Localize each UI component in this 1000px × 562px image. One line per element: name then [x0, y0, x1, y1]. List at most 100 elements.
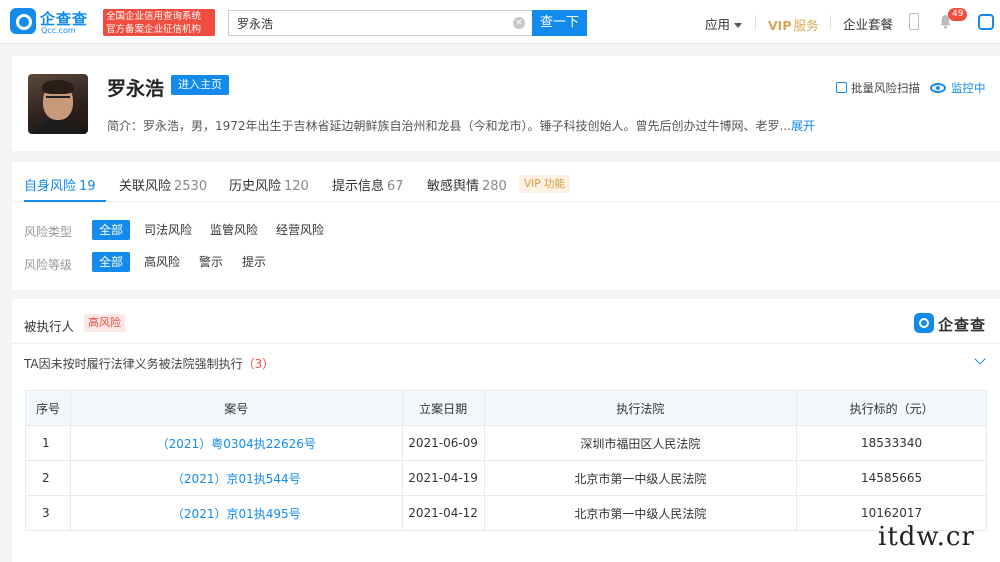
monitoring-toggle[interactable]: 监控中: [930, 80, 986, 96]
case-number-link[interactable]: （2021）粤0304执22626号: [157, 437, 316, 451]
nav-apps-menu[interactable]: 应用: [705, 14, 743, 33]
active-tab-indicator: [24, 200, 106, 202]
nav-divider: [830, 15, 831, 29]
eye-icon: [930, 83, 946, 93]
person-profile-card: 罗永浩 进入主页 简介：罗永浩，男，1972年出生于吉林省延边朝鲜族自治州和龙县…: [12, 56, 1000, 151]
court-name: 北京市第一中级人民法院: [483, 460, 798, 496]
table-header-row: 序号 案号 立案日期 执行法院 执行标的（元）: [25, 390, 987, 426]
tab-count: 280: [482, 179, 507, 194]
table-row: 1 （2021）粤0304执22626号 2021-06-09 深圳市福田区人民…: [25, 425, 987, 461]
col-index: 序号: [25, 390, 71, 426]
monitoring-label: 监控中: [951, 81, 986, 95]
search-box: ×: [228, 10, 532, 36]
tab-count: 2530: [174, 179, 208, 194]
batch-risk-scan-link[interactable]: 批量风险扫描: [836, 80, 920, 96]
tab-label: 敏感舆情: [427, 179, 480, 194]
col-court: 执行法院: [483, 390, 798, 426]
nav-apps-label: 应用: [705, 17, 731, 32]
filter-level-high[interactable]: 高风险: [137, 252, 187, 272]
search-input[interactable]: [229, 11, 499, 35]
court-name: 北京市第一中级人民法院: [483, 495, 798, 531]
avatar: [28, 74, 88, 134]
case-number-cell: （2021）粤0304执22626号: [69, 425, 403, 461]
vip-service-label: 服务: [793, 18, 819, 33]
tab-count: 19: [79, 179, 96, 194]
col-amount: 执行标的（元）: [796, 390, 987, 426]
case-number-cell: （2021）京01执495号: [69, 495, 403, 531]
chevron-down-icon[interactable]: [974, 353, 986, 365]
executed-person-section: 被执行人 高风险 企查查 TA因未按时履行法律义务被法院强制执行（3） 序号 案…: [12, 299, 1000, 562]
filter-type-regulatory[interactable]: 监管风险: [203, 220, 265, 240]
nav-divider: [755, 15, 756, 29]
clear-icon[interactable]: ×: [513, 17, 525, 29]
risk-panel: 自身风险 19 关联风险 2530 历史风险 120 提示信息 67 敏感舆情 280 V…: [12, 162, 1000, 290]
row-index: 2: [25, 460, 71, 496]
table-row: 3 （2021）京01执495号 2021-04-12 北京市第一中级人民法院 …: [25, 495, 987, 531]
top-navbar: 企查查 Qcc.com 全国企业信用查询系统 官方备案企业征信机构 × 查一下 …: [0, 0, 1000, 44]
row-index: 1: [25, 425, 71, 461]
executed-subtitle[interactable]: TA因未按时履行法律义务被法院强制执行（3）: [24, 355, 274, 372]
subtitle-count: （3）: [242, 357, 275, 371]
slogan-badge: 全国企业信用查询系统 官方备案企业征信机构: [103, 9, 215, 36]
phone-icon[interactable]: [909, 13, 919, 30]
tab-label: 自身风险: [24, 179, 77, 194]
enter-homepage-button[interactable]: 进入主页: [171, 75, 229, 95]
bio-expand-link[interactable]: 展开: [791, 119, 815, 133]
tab-notice-info[interactable]: 提示信息 67: [332, 175, 404, 194]
tab-self-risk[interactable]: 自身风险 19: [24, 175, 96, 194]
logo-domain: Qcc.com: [41, 26, 76, 35]
filter-level-warning[interactable]: 警示: [192, 252, 230, 272]
risk-type-label: 风险类型: [24, 225, 73, 239]
site-watermark: itdw.cr: [878, 522, 975, 552]
person-name: 罗永浩: [107, 78, 165, 100]
filter-level-notice[interactable]: 提示: [235, 252, 273, 272]
col-case-number: 案号: [69, 390, 403, 426]
risk-tabs: 自身风险 19 关联风险 2530 历史风险 120 提示信息 67 敏感舆情 280 V…: [12, 162, 1000, 202]
execution-cases-table: 序号 案号 立案日期 执行法院 执行标的（元） 1 （2021）粤0304执22…: [25, 390, 987, 531]
qcc-watermark-logo: 企查查: [914, 313, 989, 335]
execution-amount: 18533340: [796, 425, 987, 461]
tab-label: 提示信息: [332, 179, 385, 194]
court-name: 深圳市福田区人民法院: [483, 425, 798, 461]
tab-count: 120: [284, 179, 309, 194]
execution-amount: 14585665: [796, 460, 987, 496]
tab-history-risk[interactable]: 历史风险 120: [229, 175, 309, 194]
qcc-logo-icon: [914, 313, 934, 333]
filter-type-operation[interactable]: 经营风险: [269, 220, 331, 240]
vip-label: VIP: [768, 18, 792, 33]
filing-date: 2021-06-09: [401, 425, 485, 461]
slogan-line-2: 官方备案企业征信机构: [106, 24, 202, 35]
bio-text: 简介：罗永浩，男，1972年出生于吉林省延边朝鲜族自治州和龙县（今和龙市）。锤子…: [107, 119, 791, 133]
qcc-logo[interactable]: 企查查 Qcc.com: [10, 8, 100, 36]
batch-scan-label: 批量风险扫描: [851, 81, 920, 95]
table-row: 2 （2021）京01执544号 2021-04-19 北京市第一中级人民法院 …: [25, 460, 987, 496]
notification-badge: 49: [948, 8, 968, 21]
row-index: 3: [25, 495, 71, 531]
person-bio: 简介：罗永浩，男，1972年出生于吉林省延边朝鲜族自治州和龙县（今和龙市）。锤子…: [107, 117, 815, 134]
case-number-link[interactable]: （2021）京01执495号: [172, 507, 301, 521]
case-number-cell: （2021）京01执544号: [69, 460, 403, 496]
risk-level-label: 风险等级: [24, 258, 73, 272]
tab-sensitive-news[interactable]: 敏感舆情 280: [427, 175, 507, 194]
section-title: 被执行人: [24, 319, 75, 334]
subtitle-text: TA因未按时履行法律义务被法院强制执行: [24, 357, 243, 371]
filing-date: 2021-04-12: [401, 495, 485, 531]
user-account-icon[interactable]: [978, 14, 994, 30]
case-number-link[interactable]: （2021）京01执544号: [172, 472, 301, 486]
nav-enterprise-plan[interactable]: 企业套餐: [843, 14, 893, 33]
scan-icon: [836, 82, 847, 93]
watermark-logo-text: 企查查: [938, 316, 987, 334]
vip-feature-tag: VIP 功能: [519, 175, 570, 193]
tab-related-risk[interactable]: 关联风险 2530: [119, 175, 207, 194]
qcc-logo-icon: [10, 8, 36, 34]
filter-type-judicial[interactable]: 司法风险: [137, 220, 199, 240]
filing-date: 2021-04-19: [401, 460, 485, 496]
search-button[interactable]: 查一下: [532, 10, 587, 36]
slogan-line-1: 全国企业信用查询系统: [106, 11, 202, 22]
tab-label: 历史风险: [229, 179, 282, 194]
divider: [12, 343, 1000, 344]
filter-level-all[interactable]: 全部: [92, 252, 131, 272]
filter-type-all[interactable]: 全部: [92, 220, 131, 240]
nav-vip-service[interactable]: VIP 服务: [768, 15, 819, 34]
caret-down-icon: [734, 23, 743, 28]
